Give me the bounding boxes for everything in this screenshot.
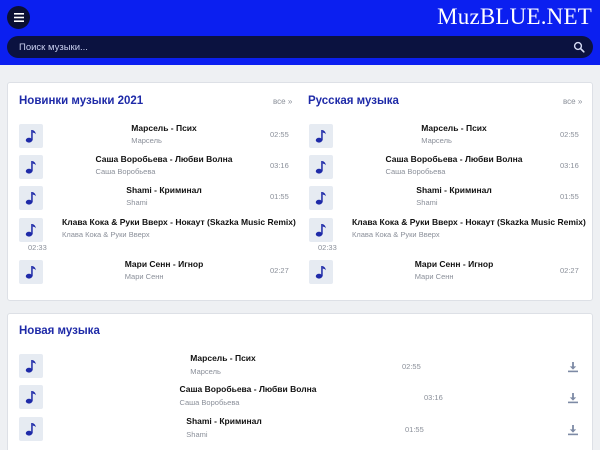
russian-all-link[interactable]: все » (563, 97, 582, 106)
track-title[interactable]: Shami - Криминал (186, 416, 261, 426)
track-title[interactable]: Мари Сенн - Игнор (125, 259, 204, 269)
track-artist: Shami (186, 430, 208, 439)
track-title[interactable]: Саша Воробьева - Любви Волна (95, 154, 232, 164)
track-title[interactable]: Марсель - Псих (190, 353, 256, 363)
track-title[interactable]: Клава Кока & Руки Вверх - Нокаут (Skazka… (62, 217, 296, 227)
track-artist: Саша Воробьева (179, 398, 240, 407)
music-note-icon (315, 192, 326, 205)
new-2021-all-link[interactable]: все » (273, 97, 292, 106)
hamburger-icon (13, 13, 24, 22)
track-play-button[interactable] (309, 155, 333, 179)
track-artist: Shami (126, 198, 148, 207)
download-button[interactable] (567, 423, 579, 436)
track-title[interactable]: Марсель - Псих (131, 123, 197, 133)
search-icon[interactable] (573, 41, 585, 53)
track-artist: Саша Воробьева (95, 167, 156, 176)
track-play-button[interactable] (19, 124, 43, 148)
track-play-button[interactable] (309, 186, 333, 210)
track-play-button[interactable] (19, 218, 43, 242)
music-note-icon (315, 130, 326, 143)
track-artist: Марсель (421, 136, 452, 145)
music-note-icon (315, 266, 326, 279)
music-note-icon (25, 161, 36, 174)
search-input[interactable] (19, 36, 559, 58)
track-duration: 02:27 (560, 266, 579, 275)
track-duration: 02:55 (560, 130, 579, 139)
download-icon (568, 393, 578, 404)
music-note-icon (25, 360, 36, 373)
track-duration: 01:55 (560, 192, 579, 201)
music-note-icon (25, 224, 36, 237)
search-bar (7, 36, 593, 58)
track-title[interactable]: Клава Кока & Руки Вверх - Нокаут (Skazka… (352, 217, 586, 227)
track-artist: Shami (416, 198, 438, 207)
track-artist: Мари Сенн (414, 272, 454, 281)
track-duration: 02:33 (318, 243, 337, 252)
track-title[interactable]: Shami - Криминал (416, 185, 491, 195)
track-duration: 01:55 (270, 192, 289, 201)
menu-button[interactable] (7, 6, 30, 29)
music-note-icon (25, 423, 36, 436)
track-title[interactable]: Саша Воробьева - Любви Волна (385, 154, 522, 164)
site-logo[interactable]: MuzBLUE.NET (437, 4, 592, 30)
track-duration: 01:55 (405, 425, 424, 434)
track-title[interactable]: Мари Сенн - Игнор (415, 259, 494, 269)
track-play-button[interactable] (19, 417, 43, 441)
top-sections-card: Новинки музыки 2021 все » Марсель - Псих… (7, 82, 593, 301)
music-note-icon (315, 224, 326, 237)
music-note-icon (25, 192, 36, 205)
track-title[interactable]: Shami - Криминал (126, 185, 201, 195)
download-icon (568, 425, 578, 436)
section-title-new-music: Новая музыка (19, 325, 100, 337)
new-music-card: Новая музыка Марсель - Псих Марсель 02:55 С… (7, 313, 593, 450)
track-duration: 02:55 (270, 130, 289, 139)
track-artist: Мари Сенн (124, 272, 164, 281)
track-play-button[interactable] (309, 124, 333, 148)
music-note-icon (25, 130, 36, 143)
track-play-button[interactable] (309, 218, 333, 242)
track-artist: Марсель (131, 136, 162, 145)
track-duration: 03:16 (270, 161, 289, 170)
music-note-icon (25, 266, 36, 279)
site-header: MuzBLUE.NET (0, 0, 600, 65)
track-artist: Саша Воробьева (385, 167, 446, 176)
section-title-russian: Русская музыка (308, 95, 399, 107)
section-title-new-2021: Новинки музыки 2021 (19, 95, 144, 107)
track-duration: 03:16 (560, 161, 579, 170)
download-button[interactable] (567, 360, 579, 373)
music-note-icon (25, 391, 36, 404)
download-icon (568, 362, 578, 373)
track-artist: Клава Кока & Руки Вверх (352, 230, 440, 239)
track-title[interactable]: Марсель - Псих (421, 123, 487, 133)
track-duration: 02:55 (402, 362, 421, 371)
track-play-button[interactable] (19, 155, 43, 179)
track-title[interactable]: Саша Воробьева - Любви Волна (179, 384, 316, 394)
track-play-button[interactable] (19, 186, 43, 210)
track-artist: Клава Кока & Руки Вверх (62, 230, 150, 239)
track-duration: 03:16 (424, 393, 443, 402)
track-play-button[interactable] (19, 260, 43, 284)
track-play-button[interactable] (19, 385, 43, 409)
track-duration: 02:33 (28, 243, 47, 252)
track-duration: 02:27 (270, 266, 289, 275)
track-artist: Марсель (190, 367, 221, 376)
download-button[interactable] (567, 391, 579, 404)
track-play-button[interactable] (19, 354, 43, 378)
track-play-button[interactable] (309, 260, 333, 284)
music-note-icon (315, 161, 326, 174)
